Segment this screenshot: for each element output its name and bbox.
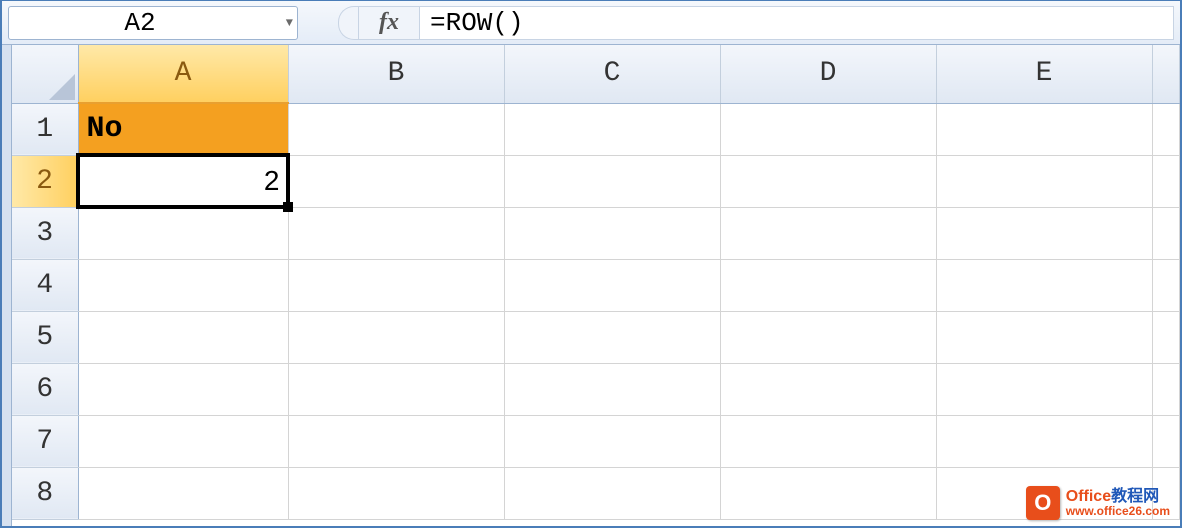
select-all-corner[interactable] bbox=[12, 45, 78, 103]
column-header-b[interactable]: B bbox=[288, 45, 504, 103]
column-header-c[interactable]: C bbox=[504, 45, 720, 103]
cell-f7[interactable] bbox=[1152, 415, 1180, 467]
cell-f6[interactable] bbox=[1152, 363, 1180, 415]
watermark-icon: O bbox=[1026, 486, 1060, 520]
left-gutter bbox=[2, 45, 12, 526]
row-header-1[interactable]: 1 bbox=[12, 103, 78, 155]
cell-e3[interactable] bbox=[936, 207, 1152, 259]
cell-c4[interactable] bbox=[504, 259, 720, 311]
cell-d2[interactable] bbox=[720, 155, 936, 207]
cell-a7[interactable] bbox=[78, 415, 288, 467]
cell-c6[interactable] bbox=[504, 363, 720, 415]
formula-input[interactable]: =ROW() bbox=[420, 6, 1174, 40]
cell-c1[interactable] bbox=[504, 103, 720, 155]
watermark-url: www.office26.com bbox=[1066, 505, 1170, 517]
cell-b3[interactable] bbox=[288, 207, 504, 259]
cell-e6[interactable] bbox=[936, 363, 1152, 415]
cell-a5[interactable] bbox=[78, 311, 288, 363]
cell-f2[interactable] bbox=[1152, 155, 1180, 207]
cell-d3[interactable] bbox=[720, 207, 936, 259]
cell-a2[interactable]: 2 bbox=[78, 155, 288, 207]
column-header-e[interactable]: E bbox=[936, 45, 1152, 103]
formula-bar: A2 ▼ fx =ROW() bbox=[2, 1, 1180, 45]
column-header-d[interactable]: D bbox=[720, 45, 936, 103]
cell-a6[interactable] bbox=[78, 363, 288, 415]
cell-b4[interactable] bbox=[288, 259, 504, 311]
column-header-a[interactable]: A bbox=[78, 45, 288, 103]
cell-c8[interactable] bbox=[504, 467, 720, 519]
fx-paren-icon bbox=[338, 6, 358, 40]
cell-a4[interactable] bbox=[78, 259, 288, 311]
cell-d4[interactable] bbox=[720, 259, 936, 311]
row-header-5[interactable]: 5 bbox=[12, 311, 78, 363]
dropdown-icon[interactable]: ▼ bbox=[286, 16, 293, 30]
cell-b2[interactable] bbox=[288, 155, 504, 207]
cell-d6[interactable] bbox=[720, 363, 936, 415]
cell-b6[interactable] bbox=[288, 363, 504, 415]
cell-d1[interactable] bbox=[720, 103, 936, 155]
cell-f1[interactable] bbox=[1152, 103, 1180, 155]
fx-section: fx bbox=[338, 6, 420, 40]
spreadsheet-area: A B C D E 1 No 2 2 bbox=[2, 45, 1180, 526]
cell-c5[interactable] bbox=[504, 311, 720, 363]
cell-f4[interactable] bbox=[1152, 259, 1180, 311]
name-box[interactable]: A2 ▼ bbox=[8, 6, 298, 40]
cell-b8[interactable] bbox=[288, 467, 504, 519]
cell-d5[interactable] bbox=[720, 311, 936, 363]
watermark-title: Office教程网 bbox=[1066, 489, 1170, 505]
row-header-4[interactable]: 4 bbox=[12, 259, 78, 311]
cell-d8[interactable] bbox=[720, 467, 936, 519]
cell-b5[interactable] bbox=[288, 311, 504, 363]
cell-c2[interactable] bbox=[504, 155, 720, 207]
row-header-3[interactable]: 3 bbox=[12, 207, 78, 259]
column-header-blank[interactable] bbox=[1152, 45, 1180, 103]
spreadsheet-grid[interactable]: A B C D E 1 No 2 2 bbox=[12, 45, 1180, 520]
cell-a3[interactable] bbox=[78, 207, 288, 259]
cell-e5[interactable] bbox=[936, 311, 1152, 363]
cell-f5[interactable] bbox=[1152, 311, 1180, 363]
cell-a8[interactable] bbox=[78, 467, 288, 519]
row-header-8[interactable]: 8 bbox=[12, 467, 78, 519]
cell-a1[interactable]: No bbox=[78, 103, 288, 155]
insert-function-button[interactable]: fx bbox=[358, 6, 420, 40]
fill-handle[interactable] bbox=[283, 202, 293, 212]
row-header-6[interactable]: 6 bbox=[12, 363, 78, 415]
cell-b7[interactable] bbox=[288, 415, 504, 467]
row-header-7[interactable]: 7 bbox=[12, 415, 78, 467]
cell-e2[interactable] bbox=[936, 155, 1152, 207]
cell-e1[interactable] bbox=[936, 103, 1152, 155]
cell-f3[interactable] bbox=[1152, 207, 1180, 259]
cell-c7[interactable] bbox=[504, 415, 720, 467]
watermark: O Office教程网 www.office26.com bbox=[1026, 486, 1170, 520]
cell-c3[interactable] bbox=[504, 207, 720, 259]
cell-d7[interactable] bbox=[720, 415, 936, 467]
cell-e7[interactable] bbox=[936, 415, 1152, 467]
name-box-value: A2 bbox=[124, 8, 155, 38]
cell-e4[interactable] bbox=[936, 259, 1152, 311]
row-header-2[interactable]: 2 bbox=[12, 155, 78, 207]
cell-b1[interactable] bbox=[288, 103, 504, 155]
